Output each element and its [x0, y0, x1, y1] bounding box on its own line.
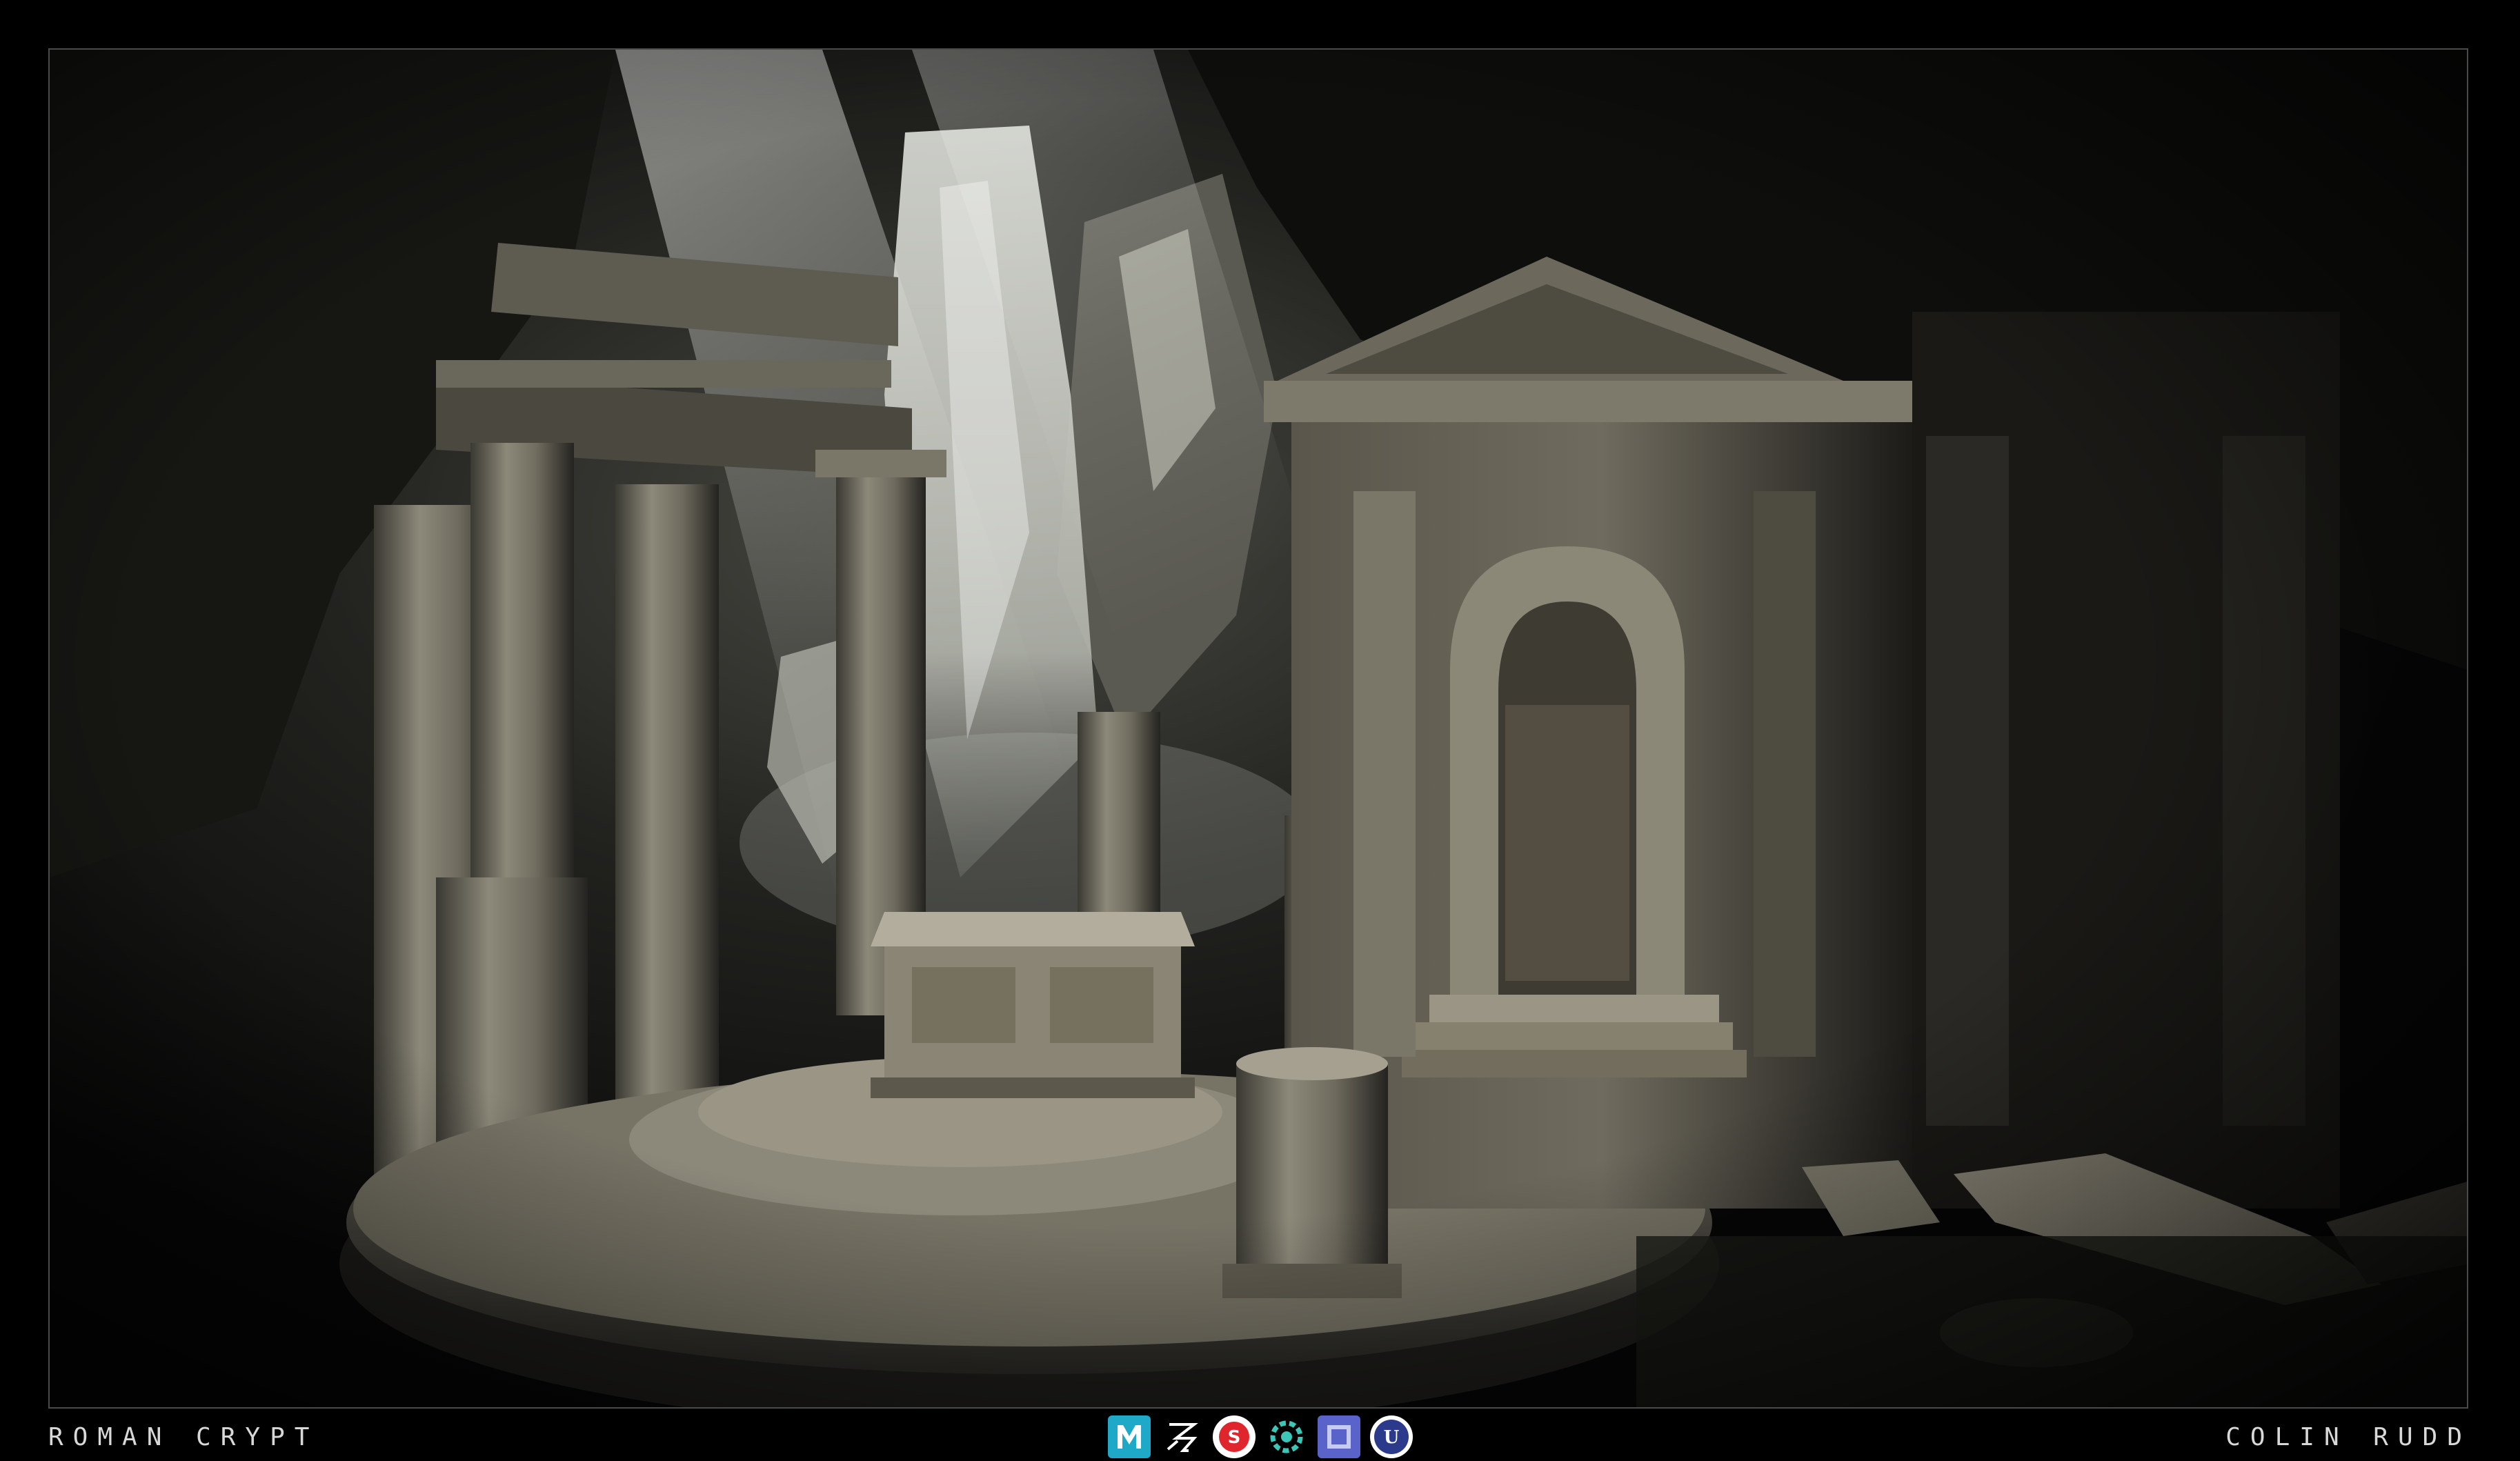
substance-painter-icon: S — [1213, 1415, 1256, 1458]
render-scene — [48, 48, 2468, 1409]
marmoset-icon — [1318, 1415, 1360, 1458]
maya-icon — [1108, 1415, 1151, 1458]
unreal-engine-icon: U — [1370, 1415, 1413, 1458]
zbrush-icon — [1160, 1415, 1203, 1458]
svg-text:U: U — [1384, 1427, 1400, 1448]
crypt-illustration — [50, 50, 2468, 1409]
speedtree-icon — [1265, 1415, 1308, 1458]
artwork-title: ROMAN CRYPT — [48, 1417, 319, 1458]
artwork-frame: ROMAN CRYPT S U COLIN RUDD — [0, 0, 2520, 1461]
artist-name: COLIN RUDD — [2225, 1417, 2472, 1458]
svg-text:S: S — [1228, 1427, 1241, 1448]
software-icons: S U — [1108, 1415, 1413, 1458]
